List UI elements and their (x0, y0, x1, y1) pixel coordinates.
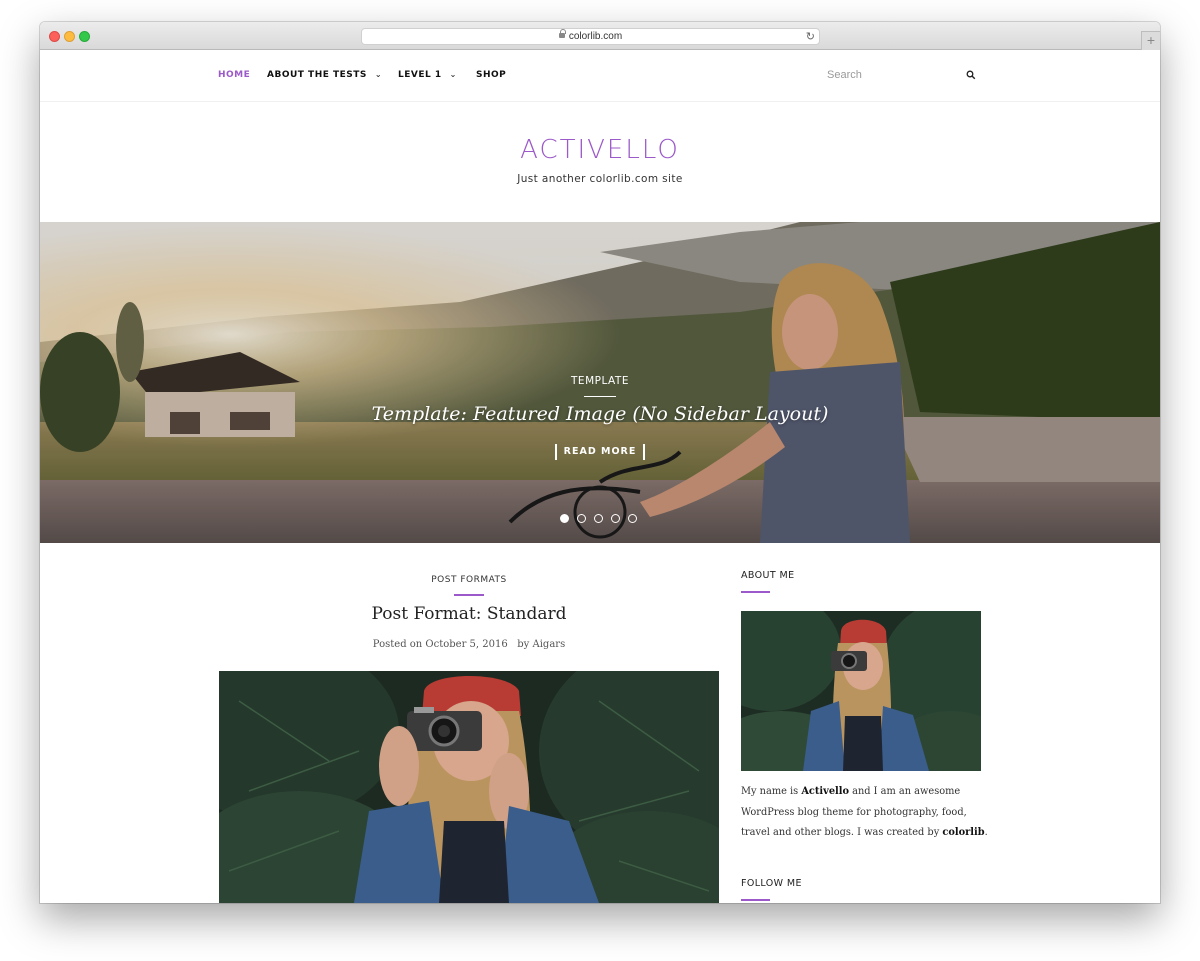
follow-me-title: FOLLOW ME (741, 878, 802, 889)
search-input[interactable] (825, 66, 975, 84)
slider-dot[interactable] (628, 514, 637, 523)
nav-item-home[interactable]: HOME (218, 70, 250, 80)
slider-dot[interactable] (611, 514, 620, 523)
about-underline (741, 591, 770, 593)
nav-item-shop[interactable]: SHOP (476, 70, 506, 80)
by-label: by (517, 639, 530, 650)
reload-icon[interactable]: ↻ (806, 29, 815, 45)
about-me-title: ABOUT ME (741, 570, 795, 581)
nav-item-level-1[interactable]: LEVEL 1 ⌄ (398, 70, 457, 80)
hero-category[interactable]: TEMPLATE (40, 375, 1160, 387)
main-navigation: HOME ABOUT THE TESTS ⌄ LEVEL 1 ⌄ SHOP (40, 50, 1160, 102)
nav-item-label: LEVEL 1 (398, 70, 442, 80)
url-text: colorlib.com (568, 31, 623, 42)
site-tagline: Just another colorlib.com site (517, 173, 683, 185)
lock-icon (558, 29, 566, 38)
browser-toolbar: colorlib.com ↻ + (40, 22, 1160, 50)
close-window-button[interactable] (49, 31, 60, 42)
nav-item-label: HOME (218, 70, 251, 80)
minimize-window-button[interactable] (64, 31, 75, 42)
slider-pagination (560, 514, 640, 524)
about-creator-link[interactable]: colorlib (942, 827, 984, 838)
site-title[interactable]: ACTIVELLO (40, 135, 1160, 165)
read-more-button[interactable]: READ MORE (555, 444, 645, 460)
posted-on-label: Posted on (372, 639, 423, 650)
post-featured-image[interactable] (219, 671, 719, 903)
about-name: Activello (801, 786, 850, 797)
about-text-part: My name is (741, 786, 802, 797)
browser-window: colorlib.com ↻ + HOME ABOUT THE TESTS ⌄ L… (40, 22, 1160, 903)
maximize-window-button[interactable] (79, 31, 90, 42)
post-category[interactable]: POST FORMATS (219, 575, 719, 585)
chevron-down-icon: ⌄ (449, 70, 457, 79)
post-author[interactable]: Aigars (533, 639, 566, 650)
address-bar[interactable]: colorlib.com ↻ (361, 28, 820, 45)
photographer-image (219, 671, 719, 903)
hero-title[interactable]: Template: Featured Image (No Sidebar Lay… (40, 403, 1160, 425)
nav-item-label: SHOP (476, 70, 507, 80)
follow-underline (741, 899, 770, 901)
about-text-part: . (984, 827, 988, 838)
about-me-text: My name is Activello and I am an awesome… (741, 782, 991, 844)
new-tab-button[interactable]: + (1141, 31, 1160, 50)
featured-slider[interactable]: TEMPLATE Template: Featured Image (No Si… (40, 222, 1160, 543)
about-me-image (741, 611, 981, 771)
search-icon[interactable] (966, 70, 976, 80)
nav-item-about-the-tests[interactable]: ABOUT THE TESTS ⌄ (267, 70, 382, 80)
slider-dot[interactable] (594, 514, 603, 523)
post-title[interactable]: Post Format: Standard (219, 604, 719, 624)
chevron-down-icon: ⌄ (374, 70, 383, 79)
photographer-thumbnail (741, 611, 981, 771)
slider-dot[interactable] (577, 514, 586, 523)
post-date[interactable]: October 5, 2016 (425, 639, 507, 650)
post-meta: Posted on October 5, 2016 by Aigars (219, 639, 719, 650)
category-underline (454, 594, 484, 596)
hero-divider (584, 396, 616, 397)
slider-dot[interactable] (560, 514, 569, 523)
nav-item-label: ABOUT THE TESTS (267, 70, 367, 80)
